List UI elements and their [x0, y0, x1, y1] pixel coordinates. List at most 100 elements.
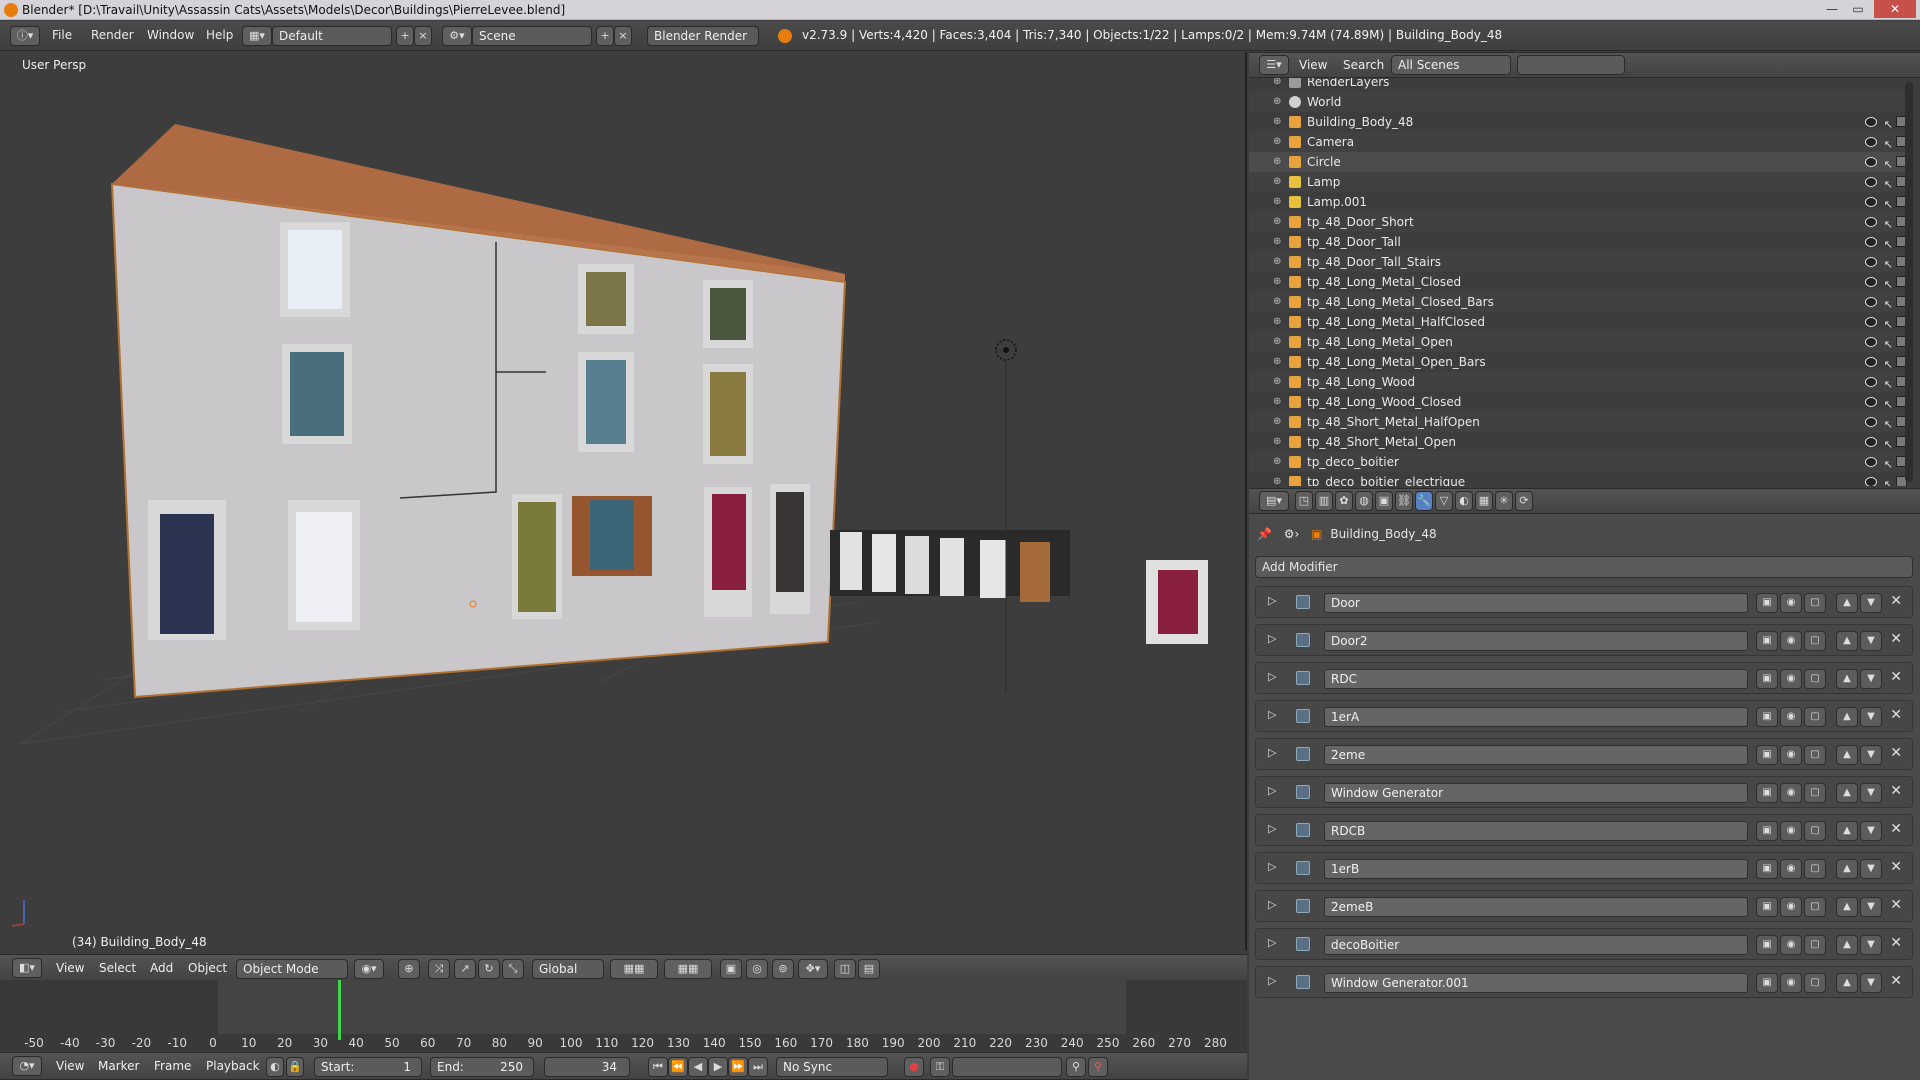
outliner-display-select[interactable]: All Scenes [1391, 55, 1511, 75]
pivot-point-icon[interactable]: ⊕ [398, 959, 420, 979]
render-toggle-icon[interactable]: ▣ [1756, 707, 1778, 727]
outliner-row[interactable]: ⊕ tp_deco_boitier ↖ [1249, 452, 1907, 472]
physics-tab-icon[interactable]: ⟳ [1515, 491, 1533, 511]
menu-view[interactable]: View [56, 961, 84, 975]
current-frame-marker[interactable] [338, 980, 341, 1040]
move-up-icon[interactable]: ▲ [1836, 783, 1858, 803]
screen-layout-icon[interactable]: ▦▾ [242, 26, 272, 46]
render-toggle-icon[interactable]: ▣ [1756, 897, 1778, 917]
snap-element-icon[interactable]: ✥▾ [798, 959, 828, 979]
editmode-toggle-icon[interactable]: ▢ [1804, 973, 1826, 993]
expand-triangle-icon[interactable]: ▷ [1268, 822, 1276, 835]
outliner-item-name[interactable]: tp_deco_boitier [1307, 452, 1399, 472]
outliner-item-name[interactable]: tp_48_Long_Metal_HalfClosed [1307, 312, 1485, 332]
viewport-eye-icon[interactable]: ◉ [1780, 631, 1802, 651]
remove-modifier-icon[interactable]: ✕ [1890, 745, 1902, 761]
outliner-item-name[interactable]: tp_48_Long_Wood_Closed [1307, 392, 1461, 412]
current-frame-field[interactable]: 34 [544, 1057, 630, 1077]
editor-type-3dview-button[interactable]: ◧▾ [12, 958, 42, 978]
lock-range-icon[interactable]: 🔒 [286, 1057, 304, 1077]
next-keyframe-icon[interactable]: ⏩ [728, 1057, 748, 1077]
prev-keyframe-icon[interactable]: ⏪ [668, 1057, 688, 1077]
visibility-eye-icon[interactable] [1865, 337, 1877, 347]
expand-icon[interactable]: ⊕ [1273, 78, 1281, 92]
outliner-menu-view[interactable]: View [1299, 58, 1327, 72]
visibility-eye-icon[interactable] [1865, 317, 1877, 327]
viewport-eye-icon[interactable]: ◉ [1780, 783, 1802, 803]
remove-modifier-icon[interactable]: ✕ [1890, 631, 1902, 647]
expand-triangle-icon[interactable]: ▷ [1268, 936, 1276, 949]
outliner-row[interactable]: ⊕ tp_48_Door_Tall_Stairs ↖ [1249, 252, 1907, 272]
remove-modifier-icon[interactable]: ✕ [1890, 859, 1902, 875]
editmode-toggle-icon[interactable]: ▢ [1804, 859, 1826, 879]
object-mode-select[interactable]: Object Mode [236, 959, 348, 979]
expand-triangle-icon[interactable]: ▷ [1268, 746, 1276, 759]
expand-triangle-icon[interactable]: ▷ [1268, 860, 1276, 873]
outliner-row[interactable]: ⊕ tp_48_Long_Metal_HalfClosed ↖ [1249, 312, 1907, 332]
expand-icon[interactable]: ⊕ [1273, 272, 1281, 292]
viewport-eye-icon[interactable]: ◉ [1780, 669, 1802, 689]
texture-tab-icon[interactable]: ▦ [1475, 491, 1493, 511]
visibility-eye-icon[interactable] [1865, 457, 1877, 467]
expand-triangle-icon[interactable]: ▷ [1268, 670, 1276, 683]
outliner-item-name[interactable]: Building_Body_48 [1307, 112, 1413, 132]
remove-scene-icon[interactable]: × [614, 26, 632, 46]
viewport-eye-icon[interactable]: ◉ [1780, 935, 1802, 955]
viewport-eye-icon[interactable]: ◉ [1780, 973, 1802, 993]
visibility-eye-icon[interactable] [1865, 277, 1877, 287]
viewport-eye-icon[interactable]: ◉ [1780, 593, 1802, 613]
modifier-name-field[interactable]: RDCB [1324, 821, 1748, 841]
outliner-row[interactable]: ⊕ tp_48_Short_Metal_HalfOpen ↖ [1249, 412, 1907, 432]
outliner-item-name[interactable]: Lamp.001 [1307, 192, 1367, 212]
expand-icon[interactable]: ⊕ [1273, 332, 1281, 352]
remove-modifier-icon[interactable]: ✕ [1890, 935, 1902, 951]
menu-help[interactable]: Help [206, 28, 233, 42]
keying-set-field[interactable] [952, 1057, 1062, 1077]
outliner-item-name[interactable]: tp_deco_boitier_electrique [1307, 472, 1465, 486]
proportional-edit-icon[interactable]: ◎ [746, 959, 768, 979]
modifier-name-field[interactable]: 1erB [1324, 859, 1748, 879]
world-tab-icon[interactable]: ◍ [1355, 491, 1373, 511]
visibility-eye-icon[interactable] [1865, 437, 1877, 447]
editmode-toggle-icon[interactable]: ▢ [1804, 631, 1826, 651]
visibility-eye-icon[interactable] [1865, 397, 1877, 407]
move-down-icon[interactable]: ▼ [1860, 745, 1882, 765]
move-down-icon[interactable]: ▼ [1860, 783, 1882, 803]
expand-icon[interactable]: ⊕ [1273, 312, 1281, 332]
outliner-item-name[interactable]: tp_48_Door_Tall_Stairs [1307, 252, 1441, 272]
expand-icon[interactable]: ⊕ [1273, 472, 1281, 486]
render-toggle-icon[interactable]: ▣ [1756, 631, 1778, 651]
visibility-eye-icon[interactable] [1865, 417, 1877, 427]
play-icon[interactable]: ▶ [708, 1057, 728, 1077]
scene-tab-icon[interactable]: ✿ [1335, 491, 1353, 511]
close-button[interactable]: ✕ [1874, 0, 1916, 18]
outliner-row[interactable]: ⊕ tp_48_Long_Metal_Closed ↖ [1249, 272, 1907, 292]
menu-add[interactable]: Add [150, 961, 173, 975]
outliner-item-name[interactable]: tp_48_Long_Wood [1307, 372, 1415, 392]
move-up-icon[interactable]: ▲ [1836, 745, 1858, 765]
visibility-eye-icon[interactable] [1865, 297, 1877, 307]
record-icon[interactable]: ● [904, 1057, 924, 1077]
particles-tab-icon[interactable]: ✳ [1495, 491, 1513, 511]
move-down-icon[interactable]: ▼ [1860, 897, 1882, 917]
modifier-name-field[interactable]: Window Generator [1324, 783, 1748, 803]
insert-keyframe-icon[interactable]: ⚲ [1066, 1057, 1086, 1077]
expand-icon[interactable]: ⊕ [1273, 412, 1281, 432]
render-toggle-icon[interactable]: ▣ [1756, 973, 1778, 993]
add-layout-icon[interactable]: + [396, 26, 414, 46]
outliner-row[interactable]: ⊕ Lamp ↖ [1249, 172, 1907, 192]
modifier-name-field[interactable]: decoBoitier [1324, 935, 1748, 955]
render-toggle-icon[interactable]: ▣ [1756, 745, 1778, 765]
remove-modifier-icon[interactable]: ✕ [1890, 897, 1902, 913]
render-toggle-icon[interactable]: ▣ [1756, 935, 1778, 955]
expand-icon[interactable]: ⊕ [1273, 392, 1281, 412]
layers-grid-2-icon[interactable]: ▦▦ [664, 959, 712, 979]
outliner-row[interactable]: ⊕ tp_48_Long_Wood ↖ [1249, 372, 1907, 392]
editor-type-info-button[interactable]: ⓘ▾ [10, 26, 40, 46]
outliner-item-name[interactable]: tp_48_Long_Metal_Closed [1307, 272, 1461, 292]
visibility-eye-icon[interactable] [1865, 157, 1877, 167]
move-up-icon[interactable]: ▲ [1836, 707, 1858, 727]
expand-icon[interactable]: ⊕ [1273, 452, 1281, 472]
outliner-item-name[interactable]: tp_48_Long_Metal_Closed_Bars [1307, 292, 1494, 312]
remove-modifier-icon[interactable]: ✕ [1890, 973, 1902, 989]
